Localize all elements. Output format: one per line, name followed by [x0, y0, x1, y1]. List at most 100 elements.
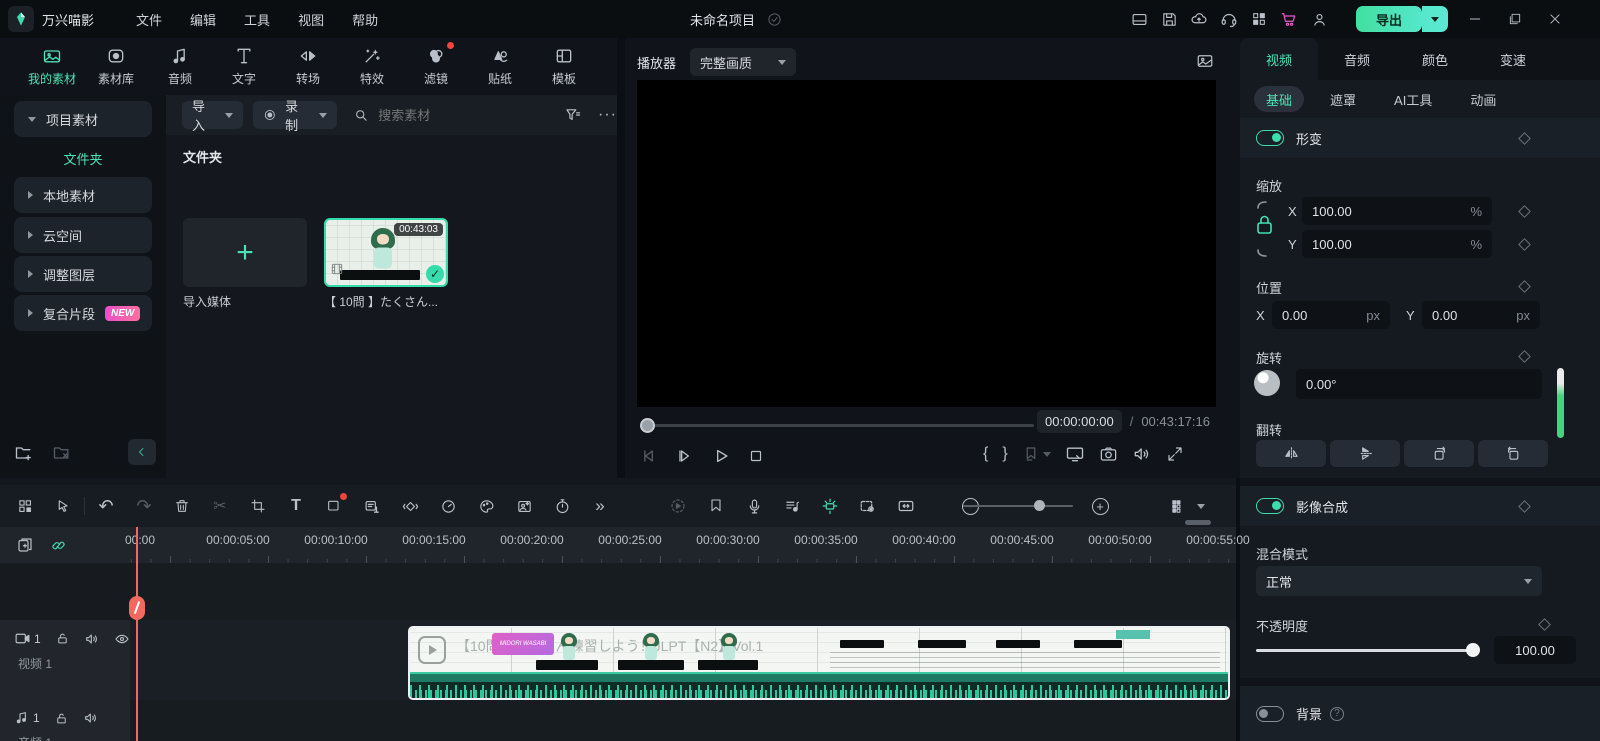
rotate-field[interactable]: 0.00° — [1296, 369, 1542, 399]
apps-grid-icon[interactable] — [1244, 0, 1274, 38]
opacity-slider-track[interactable] — [1256, 649, 1472, 652]
subtab-mask[interactable]: 遮罩 — [1318, 86, 1368, 112]
position-y-field[interactable]: 0.00px — [1422, 301, 1540, 329]
import-dropdown[interactable]: 导入 — [182, 101, 243, 129]
close-button[interactable] — [1535, 0, 1575, 38]
zoom-in-button[interactable]: + — [1081, 491, 1119, 521]
minimize-button[interactable] — [1455, 0, 1495, 38]
delete-icon[interactable] — [163, 491, 201, 521]
new-folder-icon[interactable] — [14, 443, 34, 463]
speed-tool-icon[interactable] — [429, 491, 467, 521]
tab-my-media[interactable]: 我的素材 — [20, 38, 84, 95]
tab-video[interactable]: 视频 — [1240, 38, 1318, 80]
menu-tools[interactable]: 工具 — [230, 10, 284, 29]
select-tool-icon[interactable] — [44, 491, 82, 521]
layout-icon[interactable] — [1124, 0, 1154, 38]
cloud-upload-icon[interactable] — [1184, 0, 1214, 38]
menu-edit[interactable]: 编辑 — [176, 10, 230, 29]
keyframe-diamond-icon[interactable] — [1518, 238, 1531, 251]
mute-icon[interactable] — [83, 710, 99, 726]
blend-mode-dropdown[interactable]: 正常 — [1256, 566, 1542, 596]
audio-track-header[interactable]: 1 音频 1 — [0, 700, 130, 741]
render-preview-icon[interactable] — [659, 491, 697, 521]
keyframe-diamond-icon[interactable] — [1518, 132, 1531, 145]
tab-stickers[interactable]: 贴纸 — [468, 38, 532, 95]
keyframe-tool-icon[interactable] — [391, 491, 429, 521]
timer-icon[interactable] — [543, 491, 581, 521]
audio-mixer-icon[interactable] — [773, 491, 811, 521]
snapshot-image-icon[interactable] — [1196, 52, 1214, 70]
search-input[interactable] — [376, 107, 526, 124]
media-blocks-icon[interactable] — [6, 491, 44, 521]
mute-icon[interactable] — [84, 631, 100, 647]
tab-templates[interactable]: 模板 — [532, 38, 596, 95]
keyframe-diamond-icon[interactable] — [1518, 350, 1531, 363]
transform-toggle[interactable] — [1256, 130, 1284, 146]
preview-viewport[interactable] — [637, 80, 1216, 407]
timeline-ruler[interactable]: 00:00 00:00:05:00 00:00:10:00 00:00:15:0… — [130, 527, 1236, 563]
ai-portrait-icon[interactable] — [505, 491, 543, 521]
redo-icon[interactable]: ↷ — [125, 491, 163, 521]
marker-flag-icon[interactable] — [697, 491, 735, 521]
subtab-ai-tools[interactable]: AI工具 — [1382, 86, 1444, 112]
play-icon[interactable] — [711, 446, 731, 466]
opacity-slider-handle[interactable] — [1466, 643, 1480, 657]
scale-x-field[interactable]: 100.00% — [1302, 197, 1492, 225]
speech-to-text-icon[interactable] — [353, 491, 391, 521]
record-dropdown[interactable]: 录制 — [253, 101, 336, 129]
split-scissors-icon[interactable]: ✂ — [201, 491, 239, 521]
paste-board-icon[interactable] — [16, 536, 34, 554]
sidebar-item-compound-clip[interactable]: 复合片段 NEW — [14, 295, 152, 331]
auto-highlight-icon[interactable] — [811, 491, 849, 521]
audio-track-lane[interactable] — [130, 700, 1236, 741]
flip-horizontal-button[interactable] — [1256, 440, 1326, 467]
rotate-cw-button[interactable] — [1404, 440, 1474, 467]
track-manager-caret[interactable] — [1197, 504, 1205, 509]
zoom-slider-handle[interactable] — [1034, 500, 1045, 511]
playhead-line[interactable] — [136, 527, 138, 741]
marker-icon[interactable] — [1022, 445, 1040, 463]
sidebar-item-cloud-space[interactable]: 云空间 — [14, 217, 152, 253]
filter-icon[interactable] — [564, 106, 582, 124]
sidebar-item-adjustment-layer[interactable]: 调整图层 — [14, 256, 152, 292]
more-tools-icon[interactable]: » — [581, 491, 619, 521]
mark-in-icon[interactable]: { — [983, 445, 988, 463]
tab-transitions[interactable]: 转场 — [276, 38, 340, 95]
sidebar-item-folder[interactable]: 文件夹 — [0, 149, 166, 168]
rotation-knob[interactable] — [1254, 370, 1280, 396]
second-display-icon[interactable] — [1065, 444, 1085, 464]
rotate-ccw-button[interactable] — [1478, 440, 1548, 467]
sidebar-item-local-media[interactable]: 本地素材 — [14, 177, 152, 213]
sidebar-item-project-media[interactable]: 项目素材 — [14, 101, 152, 137]
flip-vertical-button[interactable] — [1330, 440, 1400, 467]
playhead-handle[interactable] — [129, 596, 145, 620]
timeline-hscrollbar[interactable] — [1185, 520, 1211, 525]
fullscreen-icon[interactable] — [1166, 445, 1184, 463]
lock-icon[interactable] — [55, 631, 70, 646]
subtab-animation[interactable]: 动画 — [1458, 86, 1508, 112]
next-frame-icon[interactable] — [675, 446, 695, 466]
stop-icon[interactable] — [747, 447, 765, 465]
import-media-tile[interactable]: + — [183, 218, 307, 287]
previous-frame-icon[interactable] — [639, 446, 659, 466]
menu-view[interactable]: 视图 — [284, 10, 338, 29]
lock-icon[interactable] — [54, 711, 69, 726]
hide-track-eye-icon[interactable] — [114, 631, 130, 647]
tab-effects[interactable]: 特效 — [340, 38, 404, 95]
maximize-button[interactable] — [1495, 0, 1535, 38]
timeline-clip[interactable]: 【10問】たくさん練習しよう！JLPT【N2】Vol.1 MIDORI WASA… — [408, 626, 1230, 700]
menu-help[interactable]: 帮助 — [338, 10, 392, 29]
track-manager-icon[interactable] — [1159, 491, 1197, 521]
link-xy-lock-icon[interactable] — [1254, 198, 1276, 260]
tab-audio-props[interactable]: 音频 — [1318, 38, 1396, 80]
tab-audio[interactable]: 音频 — [148, 38, 212, 95]
keyframe-diamond-icon[interactable] — [1538, 618, 1551, 631]
text-tool-icon[interactable]: T — [277, 491, 315, 521]
collapse-sidebar-button[interactable] — [128, 439, 156, 465]
scrubber-track[interactable] — [654, 424, 1034, 427]
menu-file[interactable]: 文件 — [122, 10, 176, 29]
position-x-field[interactable]: 0.00px — [1272, 301, 1390, 329]
link-clips-icon[interactable] — [50, 537, 67, 554]
background-toggle[interactable] — [1256, 706, 1284, 722]
marker-caret[interactable] — [1043, 452, 1051, 457]
